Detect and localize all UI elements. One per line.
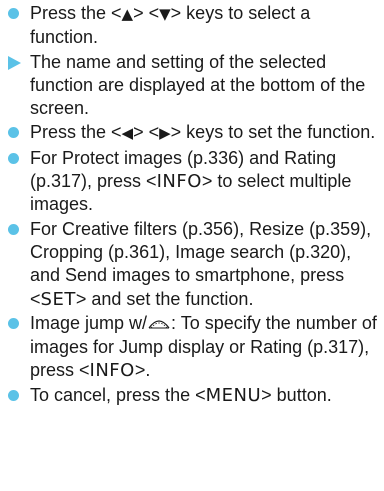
text-part: Image jump w/ bbox=[30, 312, 148, 333]
text-part: > < bbox=[133, 122, 160, 143]
instruction-list: Press the <▲> <▼> keys to select a funct… bbox=[0, 2, 384, 408]
step-select-function: Press the <▲> <▼> keys to select a funct… bbox=[0, 2, 384, 50]
result-arrow-icon bbox=[8, 55, 21, 70]
text-part: > < bbox=[133, 3, 160, 23]
text-part: Press the < bbox=[30, 122, 122, 143]
text-part: To cancel, press the < bbox=[30, 384, 206, 405]
left-arrow-key-icon: ◀ bbox=[121, 124, 134, 143]
step-protect-rating: For Protect images (p.336) and Rating (p… bbox=[0, 147, 384, 217]
step-creative-filters: For Creative filters (p.356), Resize (p.… bbox=[0, 218, 384, 311]
info-button-label: INFO bbox=[89, 360, 135, 382]
down-arrow-key-icon: ▼ bbox=[159, 5, 171, 23]
text-part: >. bbox=[134, 360, 151, 381]
step-text: Press the <◀> <▶> keys to set the functi… bbox=[30, 122, 375, 142]
text-part: Press the < bbox=[30, 3, 122, 23]
bullet-icon bbox=[8, 317, 19, 329]
step-cancel: To cancel, press the <MENU> button. bbox=[0, 384, 384, 407]
up-arrow-key-icon: ▲ bbox=[121, 5, 134, 23]
text-part: > keys to set the function. bbox=[170, 122, 376, 143]
bullet-icon bbox=[8, 223, 19, 235]
step-result: The name and setting of the selected fun… bbox=[0, 51, 384, 121]
bullet-icon bbox=[8, 389, 19, 401]
step-text: For Protect images (p.336) and Rating (p… bbox=[30, 148, 351, 215]
step-text: The name and setting of the selected fun… bbox=[30, 51, 366, 119]
step-text: To cancel, press the <MENU> button. bbox=[30, 384, 332, 406]
right-arrow-key-icon: ▶ bbox=[159, 124, 171, 143]
bullet-icon bbox=[8, 152, 19, 164]
text-part: > button. bbox=[261, 384, 332, 405]
info-button-label: INFO bbox=[156, 171, 202, 193]
menu-button-label: MENU bbox=[205, 384, 262, 406]
bullet-icon bbox=[8, 8, 19, 19]
text-part: > and set the function. bbox=[75, 288, 254, 309]
bullet-icon bbox=[8, 127, 19, 139]
step-text: For Creative filters (p.356), Resize (p.… bbox=[30, 219, 371, 310]
step-image-jump: Image jump w/ : To specify the number of… bbox=[0, 312, 384, 383]
step-text: Press the <▲> <▼> keys to select a funct… bbox=[30, 3, 310, 47]
set-button-label: SET bbox=[40, 288, 76, 310]
main-dial-icon-graphic bbox=[148, 320, 170, 329]
step-text: Image jump w/ : To specify the number of… bbox=[30, 312, 377, 382]
step-set-function: Press the <◀> <▶> keys to set the functi… bbox=[0, 121, 384, 145]
main-dial-icon bbox=[147, 313, 171, 336]
